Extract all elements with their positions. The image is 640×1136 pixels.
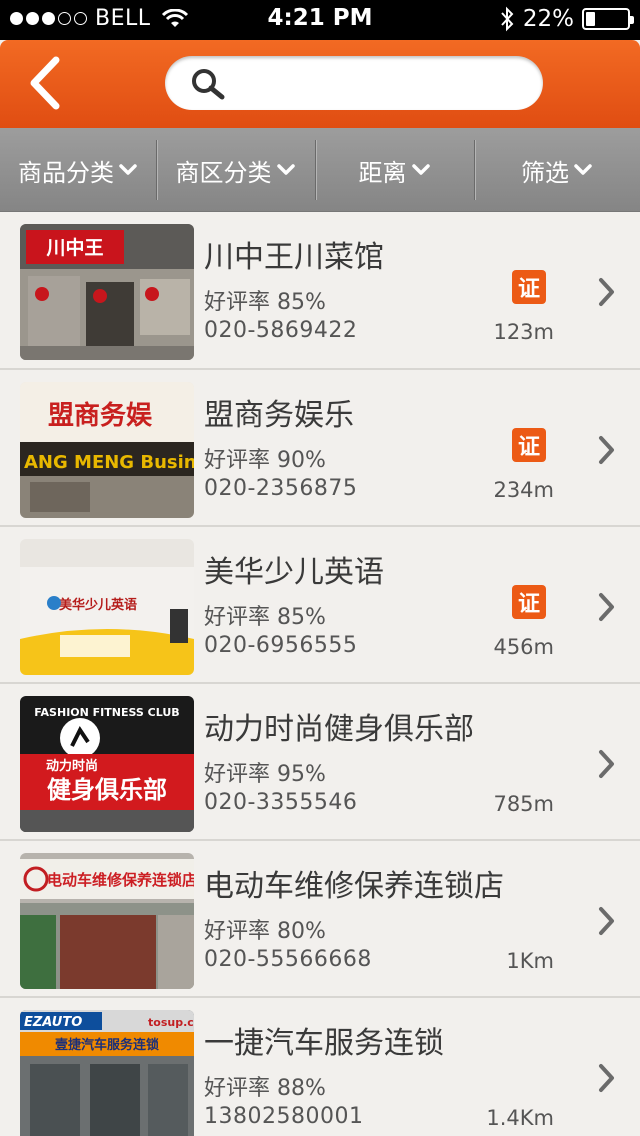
chevron-right-icon	[599, 907, 614, 935]
store-rating: 好评率 90%	[204, 448, 326, 473]
store-phone[interactable]: 020-3355546	[204, 790, 357, 815]
filter-label: 筛选	[521, 158, 569, 187]
list-item[interactable]: EZAUTO tosup.c 壹捷汽车服务连锁 一捷汽车服务连锁 好评率 88%…	[0, 998, 640, 1136]
nav-bar	[0, 40, 640, 128]
sign-text: 壹捷汽车服务连锁	[55, 1037, 159, 1053]
store-phone[interactable]: 13802580001	[204, 1104, 363, 1129]
carrier-name: BELL	[95, 6, 151, 31]
search-icon	[192, 69, 225, 100]
sign-text: 川中王	[45, 236, 103, 259]
filter-category[interactable]: 商品分类	[0, 128, 156, 212]
sign-subtext: ANG MENG Busines	[24, 452, 194, 473]
store-list: 川中王 川中王川菜馆 好评率 85% 020-5869422 证 123m 盟商…	[0, 212, 640, 1136]
filter-label: 商区分类	[175, 158, 272, 187]
store-photo: 电动车维修保养连锁店	[20, 853, 194, 989]
sign-subtext: EZAUTO	[24, 1015, 82, 1030]
wifi-icon	[161, 8, 188, 27]
sign-subtext-2: tosup.c	[148, 1016, 194, 1029]
store-phone[interactable]: 020-6956555	[204, 633, 357, 658]
filter-label: 商品分类	[18, 158, 114, 187]
store-rating: 好评率 85%	[204, 290, 326, 315]
battery-icon	[582, 8, 634, 30]
store-photo: 美华少儿英语	[20, 539, 194, 675]
store-phone[interactable]: 020-2356875	[204, 476, 357, 501]
sign-text: 电动车维修保养连锁店	[47, 871, 194, 889]
chevron-down-icon	[119, 164, 137, 175]
store-photo: EZAUTO tosup.c 壹捷汽车服务连锁	[20, 1010, 194, 1136]
back-button[interactable]	[22, 54, 72, 112]
chevron-right-icon	[599, 593, 614, 621]
filter-district[interactable]: 商区分类	[156, 128, 315, 212]
sign-text: 盟商务娱	[48, 400, 153, 431]
certified-badge: 证	[512, 585, 546, 619]
store-name: 动力时尚健身俱乐部	[204, 712, 474, 747]
battery-level	[586, 12, 595, 26]
chevron-right-icon	[599, 278, 614, 306]
certified-badge: 证	[512, 270, 546, 304]
store-distance: 456m	[493, 635, 554, 659]
filter-label: 距离	[358, 158, 407, 187]
store-rating: 好评率 80%	[204, 919, 326, 944]
certified-badge: 证	[512, 428, 546, 462]
chevron-right-icon	[599, 750, 614, 778]
sign-text: 健身俱乐部	[47, 775, 167, 804]
chevron-right-icon	[599, 436, 614, 464]
filter-bar: 商品分类 商区分类 距离 筛选	[0, 128, 640, 212]
store-rating: 好评率 85%	[204, 605, 326, 630]
store-name: 电动车维修保养连锁店	[204, 869, 504, 904]
status-bar: BELL 4:21 PM 22%	[0, 0, 640, 40]
list-item[interactable]: 电动车维修保养连锁店 电动车维修保养连锁店 好评率 80% 020-555666…	[0, 841, 640, 998]
bluetooth-icon	[501, 6, 514, 32]
store-rating: 好评率 95%	[204, 762, 326, 787]
store-phone[interactable]: 020-55566668	[204, 947, 372, 972]
store-distance: 123m	[493, 320, 554, 344]
store-photo: 川中王	[20, 224, 194, 360]
store-distance: 1Km	[506, 949, 554, 973]
status-left: BELL	[10, 6, 189, 31]
sign-subtext: 动力时尚	[46, 758, 98, 774]
list-item[interactable]: 美华少儿英语 美华少儿英语 好评率 85% 020-6956555 证 456m	[0, 527, 640, 684]
store-photo: FASHION FITNESS CLUB 动力时尚 健身俱乐部	[20, 696, 194, 832]
store-photo: 盟商务娱 ANG MENG Busines	[20, 382, 194, 518]
store-phone[interactable]: 020-5869422	[204, 318, 357, 343]
chevron-down-icon	[276, 164, 295, 175]
search-input[interactable]	[235, 64, 525, 102]
store-rating: 好评率 88%	[204, 1076, 326, 1101]
list-item[interactable]: FASHION FITNESS CLUB 动力时尚 健身俱乐部 动力时尚健身俱乐…	[0, 684, 640, 841]
status-right: 22%	[499, 6, 634, 32]
store-name: 川中王川菜馆	[204, 240, 384, 275]
store-distance: 785m	[493, 792, 554, 816]
search-box[interactable]	[165, 56, 543, 110]
filter-screen[interactable]: 筛选	[474, 128, 640, 212]
chevron-right-icon	[599, 1064, 614, 1092]
store-name: 美华少儿英语	[204, 555, 384, 590]
signal-strength-icon	[10, 12, 87, 25]
sign-text: 美华少儿英语	[59, 597, 137, 613]
store-name: 一捷汽车服务连锁	[204, 1026, 444, 1061]
list-item[interactable]: 川中王 川中王川菜馆 好评率 85% 020-5869422 证 123m	[0, 212, 640, 370]
battery-percent: 22%	[522, 6, 574, 32]
list-item[interactable]: 盟商务娱 ANG MENG Busines 盟商务娱乐 好评率 90% 020-…	[0, 370, 640, 527]
store-name: 盟商务娱乐	[204, 398, 354, 433]
store-distance: 234m	[493, 478, 554, 502]
store-distance: 1.4Km	[486, 1106, 554, 1130]
chevron-down-icon	[411, 164, 430, 175]
sign-arc-text: FASHION FITNESS CLUB	[34, 706, 179, 719]
filter-distance[interactable]: 距离	[315, 128, 474, 212]
chevron-down-icon	[574, 164, 592, 175]
